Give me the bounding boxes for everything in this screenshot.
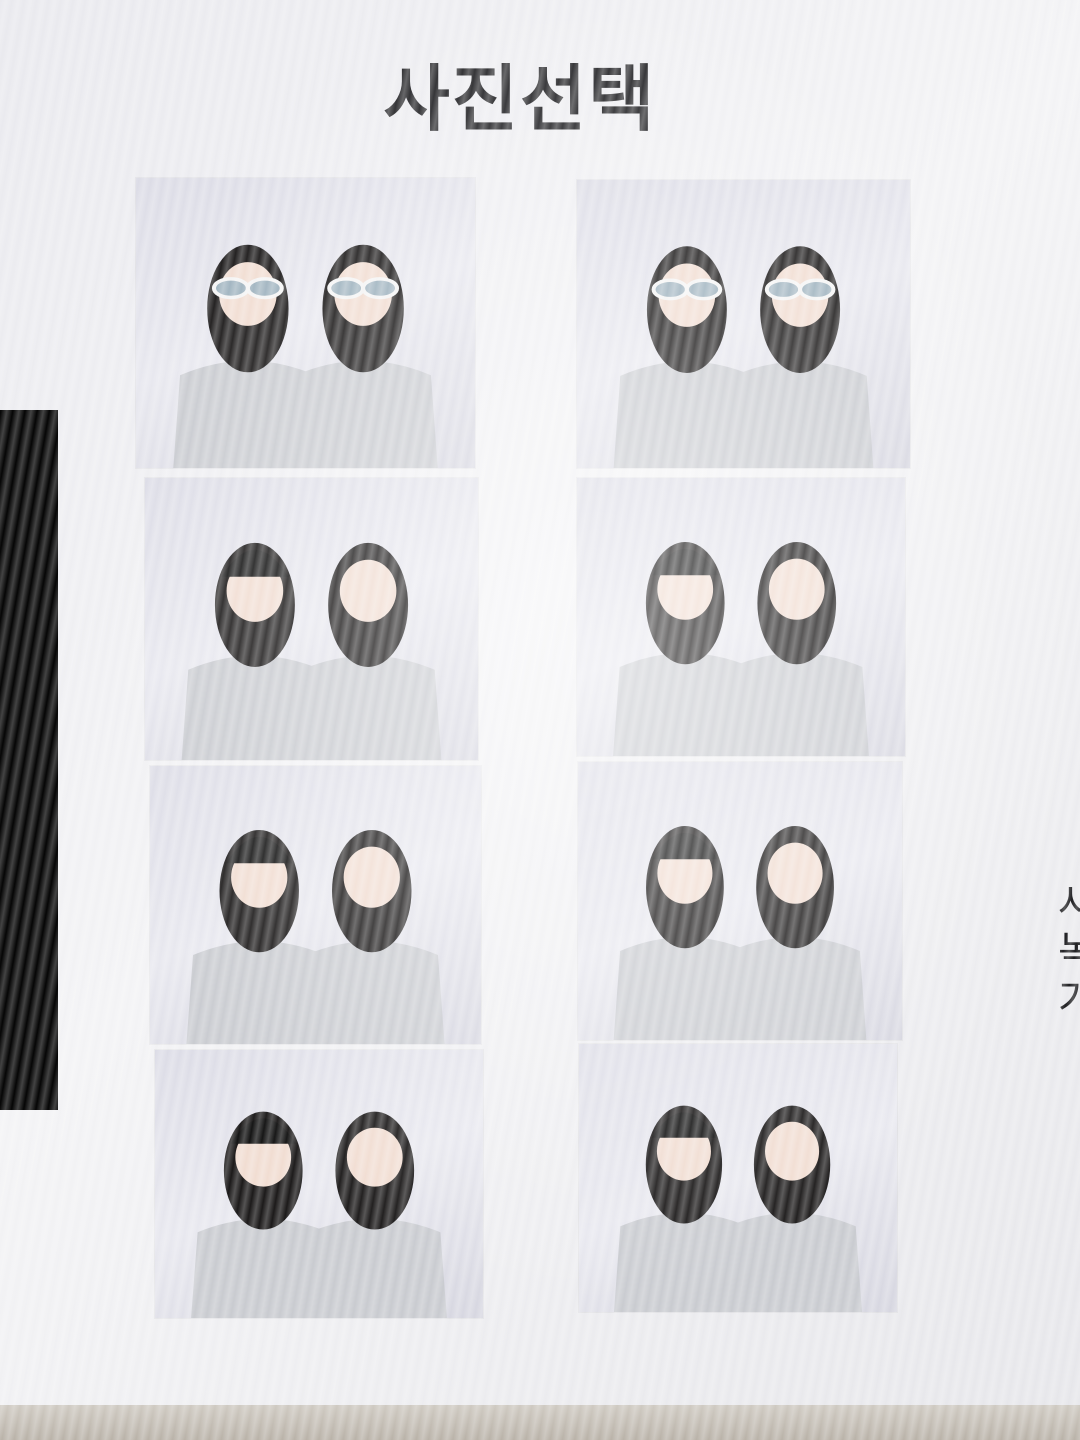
beanie bbox=[652, 832, 718, 860]
face bbox=[765, 1121, 820, 1181]
photo-illustration bbox=[613, 825, 867, 1040]
sweatshirt bbox=[723, 937, 867, 1040]
face bbox=[343, 846, 400, 908]
side-panel bbox=[0, 410, 58, 1110]
photo-select-screen: 사진선택 사 녹 가 bbox=[0, 0, 1080, 1440]
device-bezel bbox=[0, 1405, 1080, 1440]
photo-illustration bbox=[613, 541, 869, 756]
photo-illustration bbox=[186, 829, 445, 1044]
alien-glasses bbox=[361, 277, 400, 300]
face bbox=[346, 1127, 403, 1187]
sweatshirt bbox=[724, 653, 869, 756]
photo-thumbnail-8[interactable] bbox=[579, 1044, 897, 1312]
side-text-line: 가 bbox=[1058, 977, 1080, 1023]
sweatshirt bbox=[302, 1218, 447, 1318]
side-instruction-text: 사 녹 가 bbox=[1058, 880, 1080, 1024]
alien-glasses bbox=[684, 278, 723, 301]
beanie bbox=[230, 1118, 297, 1144]
photo-thumbnail-5[interactable] bbox=[150, 766, 481, 1044]
photo-thumbnail-6[interactable] bbox=[578, 762, 902, 1040]
person-right bbox=[724, 541, 869, 756]
face bbox=[768, 558, 825, 620]
person-right bbox=[722, 1105, 863, 1312]
alien-glasses bbox=[211, 277, 250, 300]
sweatshirt bbox=[288, 360, 438, 468]
photo-illustration bbox=[191, 1111, 447, 1318]
person-right bbox=[288, 244, 438, 468]
photo-illustration bbox=[613, 246, 874, 468]
alien-glasses bbox=[327, 277, 366, 300]
photo-thumbnail-3[interactable] bbox=[145, 478, 478, 760]
beanie bbox=[652, 1112, 716, 1138]
photo-illustration bbox=[173, 244, 438, 468]
face bbox=[339, 559, 397, 622]
beanie bbox=[221, 549, 289, 577]
beanie bbox=[226, 836, 293, 864]
photo-thumbnail-2[interactable] bbox=[577, 180, 910, 468]
photo-thumbnail-1[interactable] bbox=[136, 178, 475, 468]
face bbox=[767, 842, 823, 904]
sweatshirt bbox=[726, 361, 874, 468]
side-text-line: 녹 bbox=[1058, 929, 1080, 975]
alien-glasses bbox=[651, 278, 689, 301]
sweatshirt bbox=[294, 655, 442, 760]
alien-glasses bbox=[245, 277, 284, 300]
person-right bbox=[294, 542, 442, 760]
person-right bbox=[723, 825, 867, 1040]
photo-thumbnail-7[interactable] bbox=[155, 1050, 483, 1318]
alien-glasses bbox=[764, 278, 803, 301]
alien-glasses bbox=[798, 278, 836, 301]
sweatshirt bbox=[298, 941, 445, 1044]
person-right bbox=[726, 246, 874, 468]
person-right bbox=[302, 1111, 447, 1318]
photo-illustration bbox=[613, 1105, 863, 1312]
sweatshirt bbox=[722, 1212, 863, 1312]
person-right bbox=[298, 829, 445, 1044]
side-text-line: 사 bbox=[1058, 881, 1080, 927]
photo-thumbnail-4[interactable] bbox=[577, 478, 905, 756]
photo-illustration bbox=[181, 542, 442, 760]
page-title: 사진선택 bbox=[383, 57, 657, 141]
beanie bbox=[652, 548, 719, 576]
